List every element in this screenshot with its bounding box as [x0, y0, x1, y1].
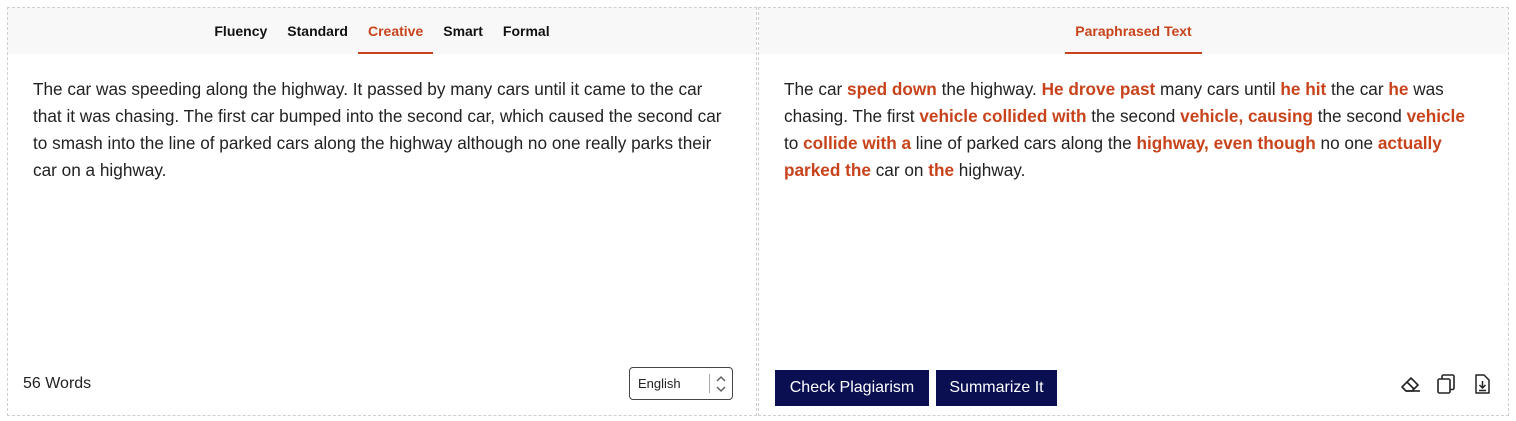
changed-phrase[interactable]: vehicle, causing — [1180, 106, 1313, 126]
select-divider — [709, 374, 710, 393]
changed-phrase[interactable]: He drove past — [1042, 79, 1156, 99]
unchanged-text: highway. — [954, 160, 1026, 180]
changed-phrase[interactable]: collide with a — [803, 133, 911, 153]
unchanged-text: line of parked cars along the — [911, 133, 1137, 153]
unchanged-text: the car — [1326, 79, 1389, 99]
tab-fluency[interactable]: Fluency — [204, 8, 277, 54]
summarize-button[interactable]: Summarize It — [936, 370, 1057, 406]
input-text-area[interactable]: The car was speeding along the highway. … — [33, 76, 728, 184]
output-panel: Paraphrased Text The car sped down the h… — [758, 7, 1509, 416]
copy-icon[interactable] — [1434, 372, 1458, 396]
tab-paraphrased-text[interactable]: Paraphrased Text — [1065, 8, 1202, 54]
tab-standard[interactable]: Standard — [277, 8, 358, 54]
changed-phrase[interactable]: sped down — [847, 79, 937, 99]
unchanged-text: to — [784, 133, 804, 153]
changed-phrase[interactable]: vehicle collided with — [919, 106, 1086, 126]
unchanged-text: car on — [870, 160, 929, 180]
mode-tab-bar: Fluency Standard Creative Smart Formal — [8, 8, 756, 54]
unchanged-text: The car — [784, 79, 848, 99]
changed-phrase[interactable]: highway, even though — [1137, 133, 1316, 153]
unchanged-text: the second — [1086, 106, 1181, 126]
unchanged-text: the second — [1312, 106, 1407, 126]
language-select[interactable]: English — [629, 367, 733, 400]
unchanged-text: the highway. — [936, 79, 1042, 99]
check-plagiarism-button[interactable]: Check Plagiarism — [775, 370, 929, 406]
input-panel: Fluency Standard Creative Smart Formal T… — [7, 7, 757, 416]
unchanged-text: many cars until — [1155, 79, 1281, 99]
unchanged-text: no one — [1315, 133, 1378, 153]
changed-phrase[interactable]: he hit — [1280, 79, 1326, 99]
output-tab-bar: Paraphrased Text — [759, 8, 1508, 54]
language-select-value: English — [638, 376, 681, 391]
eraser-icon[interactable] — [1399, 372, 1423, 396]
changed-phrase[interactable]: vehicle — [1407, 106, 1465, 126]
changed-phrase[interactable]: the — [928, 160, 954, 180]
tab-formal[interactable]: Formal — [493, 8, 560, 54]
chevron-up-down-icon — [716, 376, 726, 392]
word-count: 56 Words — [23, 375, 92, 392]
paraphrased-text-output: The car sped down the highway. He drove … — [784, 76, 1480, 184]
changed-phrase[interactable]: he — [1388, 79, 1408, 99]
download-icon[interactable] — [1470, 372, 1494, 396]
tab-smart[interactable]: Smart — [433, 8, 493, 54]
tab-creative[interactable]: Creative — [357, 8, 434, 54]
